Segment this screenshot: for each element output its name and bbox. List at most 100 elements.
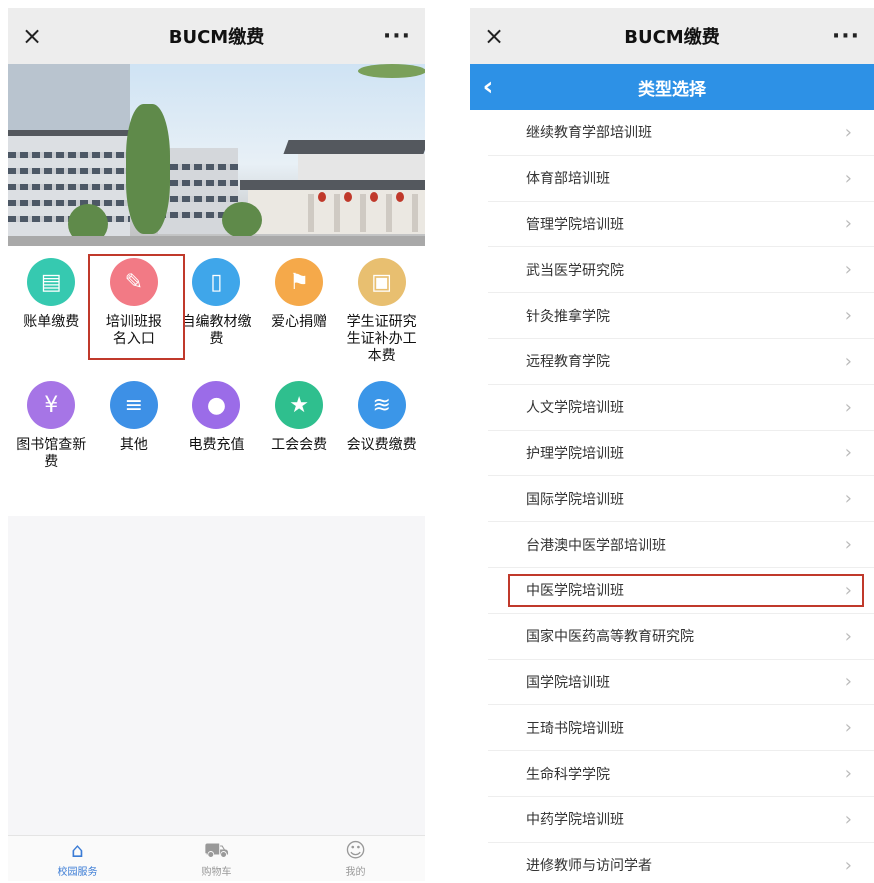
chevron-right-icon: › bbox=[844, 488, 852, 510]
left-phone-screen: × BUCM缴费 ··· ▤ 账单缴费 ✎ 培训班报名入口 ▯ 自编教材缴费 ⚑… bbox=[8, 8, 425, 881]
chevron-right-icon: › bbox=[844, 808, 852, 830]
service-item-textbook-payment[interactable]: ▯ 自编教材缴费 bbox=[176, 258, 256, 365]
list-item-label: 护理学院培训班 bbox=[526, 445, 624, 462]
list-item[interactable]: 中药学院培训班 › bbox=[488, 797, 874, 843]
service-item-donation[interactable]: ⚑ 爱心捐赠 bbox=[259, 258, 339, 365]
service-row-2: ¥ 图书馆查新费 ≡ 其他 ● 电费充值 ★ 工会会费 ≋ 会议费缴费 bbox=[8, 381, 425, 487]
close-icon[interactable]: × bbox=[484, 24, 514, 48]
tab-cart[interactable]: ⛟ 购物车 bbox=[177, 839, 257, 878]
list-item[interactable]: 体育部培训班 › bbox=[488, 156, 874, 202]
list-item-label: 生命科学学院 bbox=[526, 766, 610, 783]
service-label: 账单缴费 bbox=[23, 314, 80, 330]
list-item[interactable]: 管理学院培训班 › bbox=[488, 202, 874, 248]
star-icon: ★ bbox=[275, 381, 324, 429]
back-arrow-icon[interactable]: ‹ bbox=[470, 72, 506, 102]
tab-campus-services[interactable]: ⌂ 校园服务 bbox=[38, 839, 118, 878]
list-item-label: 管理学院培训班 bbox=[526, 216, 624, 233]
highlight-box-training bbox=[88, 254, 185, 360]
home-icon: ⌂ bbox=[71, 838, 84, 862]
book-icon: ▯ bbox=[192, 258, 241, 306]
list-item-label: 体育部培训班 bbox=[526, 171, 610, 188]
list-item-label: 继续教育学部培训班 bbox=[526, 125, 652, 142]
more-options-icon[interactable]: ··· bbox=[830, 24, 860, 49]
chevron-right-icon: › bbox=[844, 396, 852, 418]
document-icon: ≡ bbox=[109, 381, 158, 429]
service-row-1: ▤ 账单缴费 ✎ 培训班报名入口 ▯ 自编教材缴费 ⚑ 爱心捐赠 ▣ 学生证研究… bbox=[8, 258, 425, 381]
tab-mine[interactable]: ☺ 我的 bbox=[316, 839, 396, 878]
campus-banner-image bbox=[8, 64, 425, 246]
chevron-right-icon: › bbox=[844, 534, 852, 556]
top-bar: × BUCM缴费 ··· bbox=[470, 8, 874, 64]
chevron-right-icon: › bbox=[844, 671, 852, 693]
list-item[interactable]: 护理学院培训班 › bbox=[488, 431, 874, 477]
chevron-right-icon: › bbox=[844, 350, 852, 372]
chevron-right-icon: › bbox=[844, 763, 852, 785]
cart-icon: ⛟ bbox=[203, 838, 230, 862]
list-item[interactable]: 继续教育学部培训班 › bbox=[488, 110, 874, 156]
page-title: 类型选择 bbox=[638, 79, 706, 100]
chevron-right-icon: › bbox=[844, 213, 852, 235]
list-item-label: 武当医学研究院 bbox=[526, 262, 624, 279]
list-item[interactable]: 国学院培训班 › bbox=[488, 660, 874, 706]
service-item-union-fee[interactable]: ★ 工会会费 bbox=[259, 381, 339, 471]
chevron-right-icon: › bbox=[844, 259, 852, 281]
service-label: 电费充值 bbox=[188, 437, 245, 453]
list-item[interactable]: 进修教师与访问学者 › bbox=[488, 843, 874, 881]
list-item-label: 国际学院培训班 bbox=[526, 491, 624, 508]
list-item[interactable]: 远程教育学院 › bbox=[488, 339, 874, 385]
user-icon: ☺ bbox=[345, 838, 366, 862]
type-select-header: ‹ 类型选择 bbox=[470, 64, 874, 110]
list-item-label: 台港澳中医学部培训班 bbox=[526, 537, 666, 554]
chevron-right-icon: › bbox=[844, 854, 852, 876]
chevron-right-icon: › bbox=[844, 305, 852, 327]
right-phone-screen: × BUCM缴费 ··· ‹ 类型选择 继续教育学部培训班 › 体育部培训班 › 管理学… bbox=[470, 8, 874, 881]
type-list: 继续教育学部培训班 › 体育部培训班 › 管理学院培训班 › 武当医学研究院 › 针灸推拿学院 ›… bbox=[470, 110, 874, 881]
list-item[interactable]: 国家中医药高等教育研究院 › bbox=[488, 614, 874, 660]
list-item-label: 国家中医药高等教育研究院 bbox=[526, 629, 694, 646]
screen-cast-icon: ≋ bbox=[357, 381, 406, 429]
list-item-label: 中药学院培训班 bbox=[526, 812, 624, 829]
list-item[interactable]: 王琦书院培训班 › bbox=[488, 705, 874, 752]
service-grid: ▤ 账单缴费 ✎ 培训班报名入口 ▯ 自编教材缴费 ⚑ 爱心捐赠 ▣ 学生证研究… bbox=[8, 246, 425, 516]
list-item[interactable]: 生命科学学院 › bbox=[488, 751, 874, 797]
app-title: BUCM缴费 bbox=[624, 27, 720, 48]
service-item-other[interactable]: ≡ 其他 bbox=[94, 381, 174, 471]
close-icon[interactable]: × bbox=[22, 24, 52, 48]
tab-label: 我的 bbox=[345, 867, 366, 878]
chevron-right-icon: › bbox=[844, 121, 852, 143]
list-item-label: 针灸推拿学院 bbox=[526, 308, 610, 325]
service-item-library-fee[interactable]: ¥ 图书馆查新费 bbox=[11, 381, 91, 471]
list-item-label: 远程教育学院 bbox=[526, 354, 610, 371]
list-item[interactable]: 人文学院培训班 › bbox=[488, 385, 874, 431]
tab-label: 校园服务 bbox=[57, 867, 98, 878]
tab-label: 购物车 bbox=[201, 867, 232, 878]
service-label: 自编教材缴费 bbox=[181, 314, 252, 347]
service-item-electricity[interactable]: ● 电费充值 bbox=[176, 381, 256, 471]
bill-icon: ▤ bbox=[27, 258, 76, 306]
service-item-bill-payment[interactable]: ▤ 账单缴费 bbox=[11, 258, 91, 365]
more-options-icon[interactable]: ··· bbox=[381, 24, 411, 49]
bear-icon: ● bbox=[192, 381, 241, 429]
service-label: 学生证研究生证补办工本费 bbox=[346, 314, 417, 364]
list-item[interactable]: 国际学院培训班 › bbox=[488, 476, 874, 523]
yuan-coin-icon: ¥ bbox=[27, 381, 76, 429]
service-label: 其他 bbox=[119, 437, 148, 453]
service-item-conference-fee[interactable]: ≋ 会议费缴费 bbox=[342, 381, 422, 471]
list-item-label: 王琦书院培训班 bbox=[526, 720, 624, 737]
list-item[interactable]: 武当医学研究院 › bbox=[488, 247, 874, 294]
service-item-id-card-fee[interactable]: ▣ 学生证研究生证补办工本费 bbox=[342, 258, 422, 365]
list-item[interactable]: 针灸推拿学院 › bbox=[488, 293, 874, 339]
chevron-right-icon: › bbox=[844, 625, 852, 647]
app-title: BUCM缴费 bbox=[168, 27, 265, 48]
chevron-right-icon: › bbox=[844, 442, 852, 464]
list-item-label: 进修教师与访问学者 bbox=[526, 858, 652, 875]
highlight-box-tcm-training bbox=[508, 574, 864, 607]
chevron-right-icon: › bbox=[844, 717, 852, 739]
bottom-tab-bar: ⌂ 校园服务 ⛟ 购物车 ☺ 我的 bbox=[8, 835, 425, 881]
chevron-right-icon: › bbox=[844, 167, 852, 189]
service-label: 图书馆查新费 bbox=[16, 437, 87, 470]
service-label: 爱心捐赠 bbox=[271, 314, 328, 330]
service-label: 工会会费 bbox=[271, 437, 328, 453]
list-item-label: 国学院培训班 bbox=[526, 674, 610, 691]
list-item[interactable]: 台港澳中医学部培训班 › bbox=[488, 522, 874, 568]
